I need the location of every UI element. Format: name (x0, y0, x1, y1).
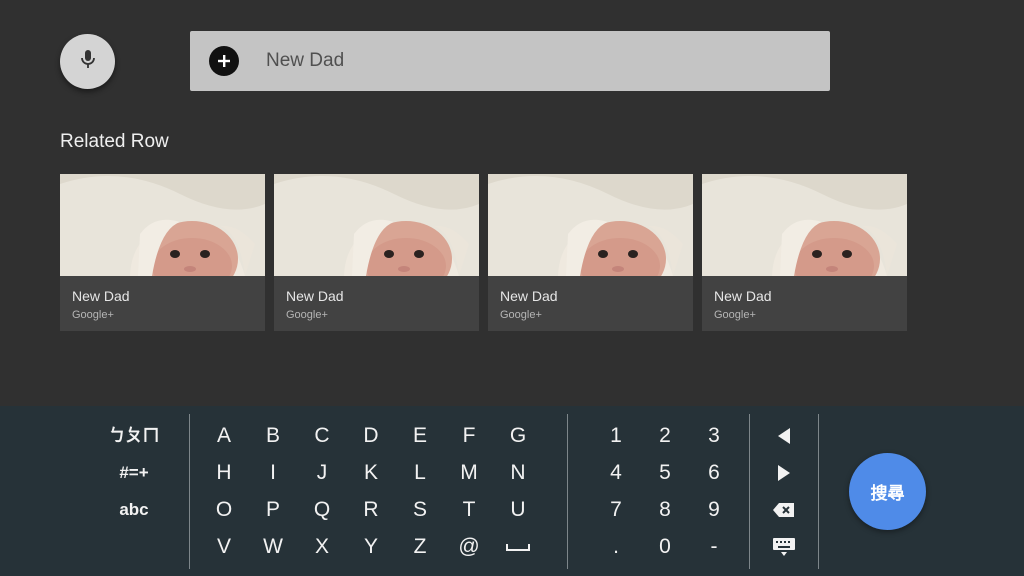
key-letter[interactable]: E (400, 421, 440, 451)
key-number[interactable]: 9 (694, 495, 734, 525)
search-box[interactable]: New Dad (190, 31, 830, 91)
video-card[interactable]: New Dad Google+ (702, 174, 907, 331)
related-row: New Dad Google+ New Dad Google+ New Dad … (60, 174, 907, 331)
key-letter[interactable]: Z (400, 532, 440, 562)
key-at-sign[interactable]: @ (449, 532, 489, 562)
key-letter[interactable]: M (449, 458, 489, 488)
plus-circle-icon[interactable] (209, 46, 239, 76)
key-number[interactable]: 5 (645, 458, 685, 488)
card-subtitle: Google+ (714, 309, 756, 321)
key-letter[interactable]: R (351, 495, 391, 525)
related-row-title: Related Row (60, 131, 169, 152)
keyboard-divider (749, 414, 750, 569)
thumbnail-image (702, 174, 907, 276)
card-title: New Dad (500, 288, 558, 304)
search-screen: New Dad Related Row New Dad Google+ New … (0, 0, 1024, 576)
card-title: New Dad (72, 288, 130, 304)
key-number[interactable]: 0 (645, 532, 685, 562)
key-letter[interactable]: O (204, 495, 244, 525)
key-letter[interactable]: X (302, 532, 342, 562)
key-number[interactable]: 3 (694, 421, 734, 451)
key-letter[interactable]: W (253, 532, 293, 562)
arrow-right-icon[interactable] (769, 458, 799, 488)
key-letter[interactable]: B (253, 421, 293, 451)
mic-icon (76, 47, 100, 76)
key-letter[interactable]: T (449, 495, 489, 525)
search-action-button[interactable]: 搜尋 (849, 453, 926, 530)
card-subtitle: Google+ (500, 309, 542, 321)
video-card[interactable]: New Dad Google+ (60, 174, 265, 331)
arrow-left-icon[interactable] (769, 421, 799, 451)
voice-search-button[interactable] (60, 34, 115, 89)
key-letter[interactable]: N (498, 458, 538, 488)
key-number[interactable]: 1 (596, 421, 636, 451)
key-letter[interactable]: S (400, 495, 440, 525)
space-bar-icon[interactable] (503, 532, 533, 562)
keyboard-divider (567, 414, 568, 569)
backspace-icon[interactable] (769, 495, 799, 525)
on-screen-keyboard: ㄅㄆㄇ #=+ abc A B C D E F G H I J K L M N … (0, 406, 1024, 576)
card-title: New Dad (714, 288, 772, 304)
key-letter[interactable]: L (400, 458, 440, 488)
thumbnail-image (274, 174, 479, 276)
key-letter[interactable]: Y (351, 532, 391, 562)
keyboard-divider (189, 414, 190, 569)
card-subtitle: Google+ (286, 309, 328, 321)
video-card[interactable]: New Dad Google+ (274, 174, 479, 331)
thumbnail-image (488, 174, 693, 276)
key-symbols-mode[interactable]: #=+ (99, 458, 169, 488)
key-abc-mode[interactable]: abc (99, 495, 169, 525)
key-letter[interactable]: I (253, 458, 293, 488)
key-letter[interactable]: A (204, 421, 244, 451)
key-letter[interactable]: P (253, 495, 293, 525)
key-hyphen[interactable]: - (694, 532, 734, 562)
key-number[interactable]: 6 (694, 458, 734, 488)
key-bopomofo-mode[interactable]: ㄅㄆㄇ (99, 421, 169, 451)
key-period[interactable]: . (596, 532, 636, 562)
thumbnail-image (60, 174, 265, 276)
key-letter[interactable]: C (302, 421, 342, 451)
key-number[interactable]: 7 (596, 495, 636, 525)
card-title: New Dad (286, 288, 344, 304)
key-number[interactable]: 8 (645, 495, 685, 525)
key-number[interactable]: 4 (596, 458, 636, 488)
search-input[interactable]: New Dad (266, 50, 344, 72)
key-letter[interactable]: G (498, 421, 538, 451)
key-letter[interactable]: U (498, 495, 538, 525)
key-letter[interactable]: H (204, 458, 244, 488)
video-card[interactable]: New Dad Google+ (488, 174, 693, 331)
keyboard-hide-icon[interactable] (769, 532, 799, 562)
key-letter[interactable]: D (351, 421, 391, 451)
card-subtitle: Google+ (72, 309, 114, 321)
key-letter[interactable]: K (351, 458, 391, 488)
key-letter[interactable]: J (302, 458, 342, 488)
key-letter[interactable]: V (204, 532, 244, 562)
key-letter[interactable]: Q (302, 495, 342, 525)
keyboard-divider (818, 414, 819, 569)
key-number[interactable]: 2 (645, 421, 685, 451)
key-letter[interactable]: F (449, 421, 489, 451)
